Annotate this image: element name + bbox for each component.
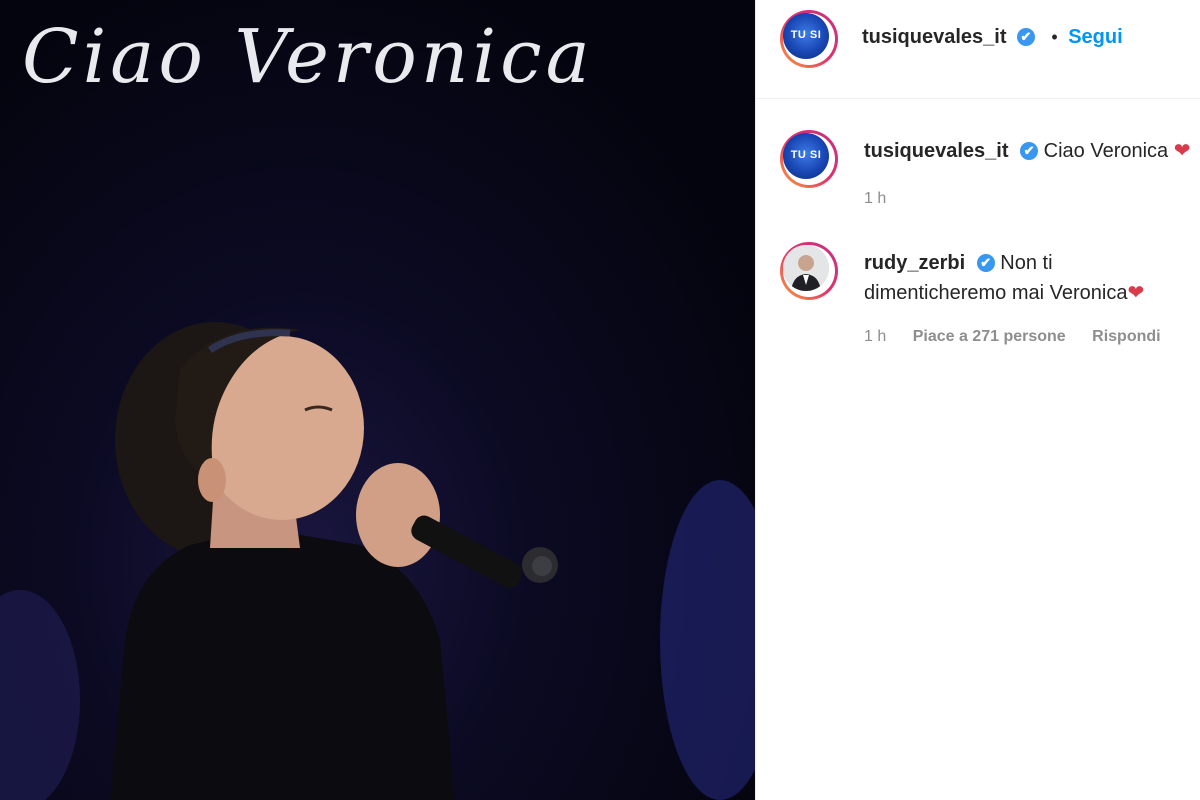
comment: rudy_zerbi ✔ Non ti dimenticheremo mai V… [756, 240, 1200, 360]
post-header: TU SI tusiquevales_it ✔ • Segui [756, 0, 1200, 99]
post-image[interactable]: Ciao Veronica [0, 0, 755, 800]
overlay-title: Ciao Veronica [22, 14, 594, 100]
singer-illustration [0, 322, 755, 800]
heart-emoji-icon: ❤ [1173, 140, 1191, 162]
tusiquevales-logo-icon: TU SI [783, 13, 829, 59]
avatar[interactable] [780, 242, 838, 300]
user-photo-icon [783, 245, 829, 291]
comment-time[interactable]: 1 h [864, 328, 886, 345]
comment-likes[interactable]: Piace a 271 persone [913, 328, 1066, 345]
comment-time[interactable]: 1 h [864, 190, 886, 207]
comment-username[interactable]: rudy_zerbi [864, 252, 965, 274]
verified-badge-icon: ✔ [1020, 142, 1039, 160]
avatar[interactable]: TU SI [780, 10, 838, 68]
tusiquevales-logo-icon: TU SI [783, 133, 829, 179]
verified-badge-icon: ✔ [976, 254, 995, 272]
comment-username[interactable]: tusiquevales_it [864, 140, 1009, 162]
instagram-post: Ciao Veronica TU SI tusiquevales_it ✔ • … [0, 0, 1200, 800]
follow-button[interactable]: Segui [1068, 26, 1122, 48]
reply-button[interactable]: Rispondi [1092, 328, 1160, 345]
comment-meta: 1 h Piace a 271 persone Rispondi [864, 328, 1183, 346]
avatar[interactable]: TU SI [780, 130, 838, 188]
heart-emoji-icon: ❤ [1127, 282, 1145, 304]
verified-badge-icon: ✔ [1016, 28, 1035, 46]
separator-dot: • [1051, 27, 1058, 47]
caption-comment: TU SI tusiquevales_it ✔ Ciao Veronica ❤ … [756, 128, 1200, 218]
comment-text: Ciao Veronica [1043, 140, 1169, 162]
comment-meta: 1 h [864, 190, 908, 208]
comment-text-block: tusiquevales_it ✔ Ciao Veronica ❤ [864, 136, 1200, 166]
header-line: tusiquevales_it ✔ • Segui [862, 26, 1123, 49]
header-username[interactable]: tusiquevales_it [862, 26, 1007, 48]
post-sidebar: TU SI tusiquevales_it ✔ • Segui TU SI tu… [755, 0, 1200, 800]
comment-text-block: rudy_zerbi ✔ Non ti dimenticheremo mai V… [864, 248, 1194, 308]
